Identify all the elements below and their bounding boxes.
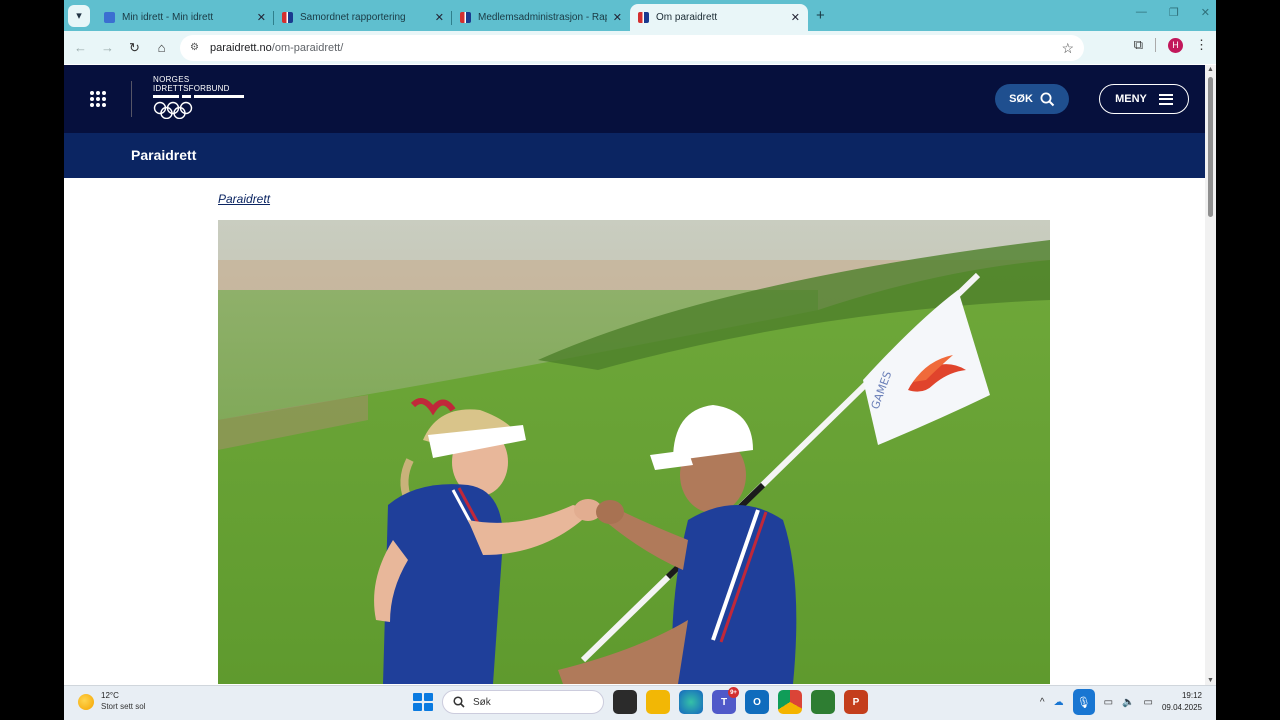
battery-icon[interactable]: ▭ — [1144, 697, 1153, 708]
search-button-label: SØK — [1009, 93, 1033, 105]
start-button[interactable] — [411, 691, 433, 713]
hero-photo: GAMES — [218, 220, 1050, 684]
menu-button[interactable]: MENY — [1099, 84, 1189, 114]
tab-min-idrett[interactable]: Min idrett - Min idrett ✕ — [96, 4, 274, 31]
section-title[interactable]: Paraidrett — [131, 147, 196, 163]
teams-badge: 9+ — [728, 687, 739, 698]
home-icon[interactable]: ⌂ — [148, 40, 175, 55]
tab-samordnet-rapportering[interactable]: Samordnet rapportering ✕ — [274, 4, 452, 31]
onedrive-cloud-icon[interactable]: ☁ — [1054, 697, 1064, 708]
back-arrow-icon[interactable]: ← — [67, 40, 94, 55]
site-settings-icon[interactable]: ⚙ — [190, 42, 204, 54]
tab-title: Medlemsadministrasjon - Rapp — [478, 12, 607, 23]
weather-widget[interactable]: 12°C Stort sett sol — [78, 691, 145, 712]
forward-arrow-icon[interactable]: → — [94, 40, 121, 55]
apps-grid-icon[interactable] — [90, 91, 106, 107]
sun-icon — [78, 693, 94, 710]
taskbar-search[interactable]: Søk — [442, 690, 604, 714]
logo-bars — [153, 95, 245, 98]
norway-flag-favicon-icon — [638, 12, 649, 23]
close-tab-icon[interactable]: ✕ — [613, 11, 622, 24]
weather-temperature: 12°C — [101, 691, 119, 700]
microphone-icon[interactable]: 🎙 — [1072, 689, 1095, 715]
page-scrollbar[interactable]: ▲ ▼ — [1205, 65, 1216, 685]
bookmark-star-icon[interactable]: ☆ — [1061, 40, 1074, 57]
left-letterbox — [0, 0, 64, 720]
restore-icon[interactable]: ❐ — [1169, 6, 1179, 19]
norway-flag-favicon-icon — [460, 12, 471, 23]
logo-line1: NORGES — [153, 75, 190, 84]
min-idrett-favicon-icon — [104, 12, 115, 23]
tab-strip: ▾ Min idrett - Min idrett ✕ Samordnet ra… — [64, 0, 1216, 31]
notepad-icon[interactable] — [811, 690, 835, 714]
tab-search-button[interactable]: ▾ — [68, 4, 90, 27]
clock-date: 09.04.2025 — [1161, 703, 1202, 712]
volume-icon[interactable]: 🔈 — [1122, 697, 1134, 708]
chrome-browser-icon[interactable] — [778, 690, 802, 714]
scroll-thumb[interactable] — [1208, 77, 1213, 217]
section-bar: Paraidrett — [64, 133, 1205, 178]
header-divider — [131, 81, 132, 117]
menu-button-label: MENY — [1115, 93, 1147, 105]
toolbar-right: ⧉ H ⋮ — [1134, 37, 1208, 53]
site-header: NORGES IDRETTSFORBUND SØK MENY — [64, 65, 1205, 133]
search-icon — [1040, 92, 1055, 106]
close-tab-icon[interactable]: ✕ — [435, 11, 444, 24]
profile-avatar[interactable]: H — [1168, 37, 1183, 53]
scroll-up-icon[interactable]: ▲ — [1207, 66, 1214, 73]
breadcrumb-link[interactable]: Paraidrett — [218, 192, 270, 206]
file-explorer-icon[interactable] — [646, 690, 670, 714]
windows-taskbar: 12°C Stort sett sol Søk T 9+ O P ^ ☁ 🎙 ▭… — [64, 685, 1216, 720]
url-host: paraidrett.no — [210, 42, 272, 54]
address-bar[interactable]: ⚙ paraidrett.no /om-paraidrett/ ☆ — [180, 35, 1084, 61]
teams-icon[interactable]: T 9+ — [712, 687, 739, 714]
logo-line2: IDRETTSFORBUND — [153, 84, 230, 93]
reload-icon[interactable]: ↻ — [121, 40, 148, 56]
toolbar-divider — [1155, 38, 1156, 52]
browser-window: ▾ Min idrett - Min idrett ✕ Samordnet ra… — [64, 0, 1216, 720]
tab-title: Min idrett - Min idrett — [122, 12, 214, 23]
window-controls: — ❐ ✕ — [1136, 6, 1210, 19]
chevron-up-icon[interactable]: ^ — [1040, 697, 1045, 708]
tab-title: Om paraidrett — [656, 12, 718, 23]
network-icon[interactable]: ▭ — [1104, 697, 1113, 708]
tab-medlemsadministrasjon[interactable]: Medlemsadministrasjon - Rapp ✕ — [452, 4, 630, 31]
nif-logo[interactable]: NORGES IDRETTSFORBUND — [153, 76, 245, 119]
url-path: /om-paraidrett/ — [271, 42, 344, 54]
search-button[interactable]: SØK — [995, 84, 1069, 114]
powerpoint-icon[interactable]: P — [844, 690, 868, 714]
new-tab-button[interactable]: + — [816, 7, 825, 24]
system-tray: ^ ☁ 🎙 ▭ 🔈 ▭ 19:12 09.04.2025 — [1040, 689, 1202, 715]
clock-time: 19:12 — [1181, 691, 1202, 700]
taskbar-search-label: Søk — [473, 696, 491, 708]
norway-flag-favicon-icon — [282, 12, 293, 23]
browser-menu-icon[interactable]: ⋮ — [1195, 37, 1208, 53]
system-clock[interactable]: 19:12 09.04.2025 — [1162, 690, 1202, 714]
close-window-icon[interactable]: ✕ — [1201, 6, 1210, 19]
outlook-icon[interactable]: O — [745, 690, 769, 714]
scroll-down-icon[interactable]: ▼ — [1207, 677, 1214, 684]
edge-browser-icon[interactable] — [679, 690, 703, 714]
hamburger-icon — [1158, 93, 1173, 105]
right-letterbox — [1216, 0, 1280, 720]
olympic-rings-icon — [153, 101, 193, 119]
close-tab-icon[interactable]: ✕ — [257, 11, 266, 24]
close-tab-icon[interactable]: ✕ — [791, 11, 800, 24]
tab-om-paraidrett[interactable]: Om paraidrett ✕ — [630, 4, 808, 31]
golf-players-photo: GAMES — [218, 220, 1050, 684]
minimize-icon[interactable]: — — [1136, 6, 1147, 19]
browser-toolbar: ← → ↻ ⌂ ⚙ paraidrett.no /om-paraidrett/ … — [64, 31, 1216, 64]
search-icon — [453, 696, 465, 708]
weather-condition: Stort sett sol — [101, 702, 146, 711]
extensions-puzzle-icon[interactable]: ⧉ — [1134, 37, 1143, 53]
task-view-icon[interactable] — [613, 690, 637, 714]
tab-title: Samordnet rapportering — [300, 12, 406, 23]
chevron-down-icon: ▾ — [76, 10, 82, 22]
taskbar-apps: Søk T 9+ O P — [411, 687, 868, 714]
